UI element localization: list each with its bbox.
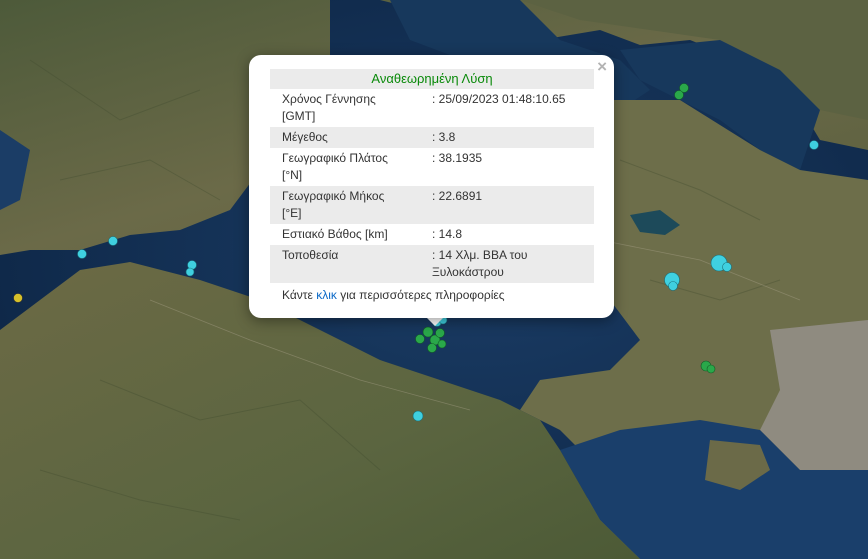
origin-time-value: : 25/09/2023 01:48:10.65 <box>432 92 566 106</box>
popup-content: Αναθεωρημένη Λύση Χρόνος Γέννησης [GMT] … <box>270 69 594 302</box>
more-info-prefix: Κάντε <box>282 288 317 302</box>
table-row: Τοποθεσία : 14 Χλμ. ΒΒΑ του Ξυλοκάστρου <box>270 245 594 283</box>
table-row: Εστιακό Βάθος [km] : 14.8 <box>270 224 594 245</box>
marker-cyan[interactable] <box>77 249 87 259</box>
location-label: Τοποθεσία <box>282 248 339 262</box>
marker-green[interactable] <box>415 334 425 344</box>
close-icon[interactable]: × <box>597 58 607 75</box>
marker-cyan[interactable] <box>412 410 424 422</box>
magnitude-value: : 3.8 <box>432 130 456 144</box>
marker-cyan[interactable] <box>185 267 195 277</box>
earthquake-popup: × Αναθεωρημένη Λύση Χρόνος Γέννησης [GMT… <box>249 55 614 318</box>
more-info-link[interactable]: κλικ <box>316 288 337 302</box>
depth-value: : 14.8 <box>432 227 463 241</box>
location-value: : 14 Χλμ. ΒΒΑ του Ξυλοκάστρου <box>432 248 528 279</box>
marker-cyan[interactable] <box>722 262 732 272</box>
table-row: Γεωγραφικό Πλάτος [°N] : 38.1935 <box>270 148 594 186</box>
more-info-text: Κάντε κλικ για περισσότερες πληροφορίες <box>270 283 594 302</box>
latitude-label: Γεωγραφικό Πλάτος [°N] <box>282 151 388 182</box>
longitude-value: : 22.6891 <box>432 189 483 203</box>
marker-cyan[interactable] <box>668 281 678 291</box>
longitude-label: Γεωγραφικό Μήκος [°E] <box>282 189 385 220</box>
more-info-suffix: για περισσότερες πληροφορίες <box>336 288 505 302</box>
marker-yellow[interactable] <box>13 293 23 303</box>
marker-green[interactable] <box>706 364 716 374</box>
table-row: Γεωγραφικό Μήκος [°E] : 22.6891 <box>270 186 594 224</box>
origin-time-label: Χρόνος Γέννησης [GMT] <box>282 92 376 123</box>
table-row: Χρόνος Γέννησης [GMT] : 25/09/2023 01:48… <box>270 89 594 127</box>
popup-title: Αναθεωρημένη Λύση <box>270 69 594 89</box>
marker-green[interactable] <box>437 339 447 349</box>
marker-green[interactable] <box>422 326 434 338</box>
depth-label: Εστιακό Βάθος [km] <box>282 227 388 241</box>
marker-cyan[interactable] <box>809 140 819 150</box>
magnitude-label: Μέγεθος <box>282 130 328 144</box>
table-row: Μέγεθος : 3.8 <box>270 127 594 148</box>
marker-green[interactable] <box>435 328 445 338</box>
latitude-value: : 38.1935 <box>432 151 483 165</box>
info-table: Χρόνος Γέννησης [GMT] : 25/09/2023 01:48… <box>270 89 594 283</box>
marker-green[interactable] <box>674 90 684 100</box>
marker-green[interactable] <box>427 343 437 353</box>
marker-cyan[interactable] <box>108 236 118 246</box>
